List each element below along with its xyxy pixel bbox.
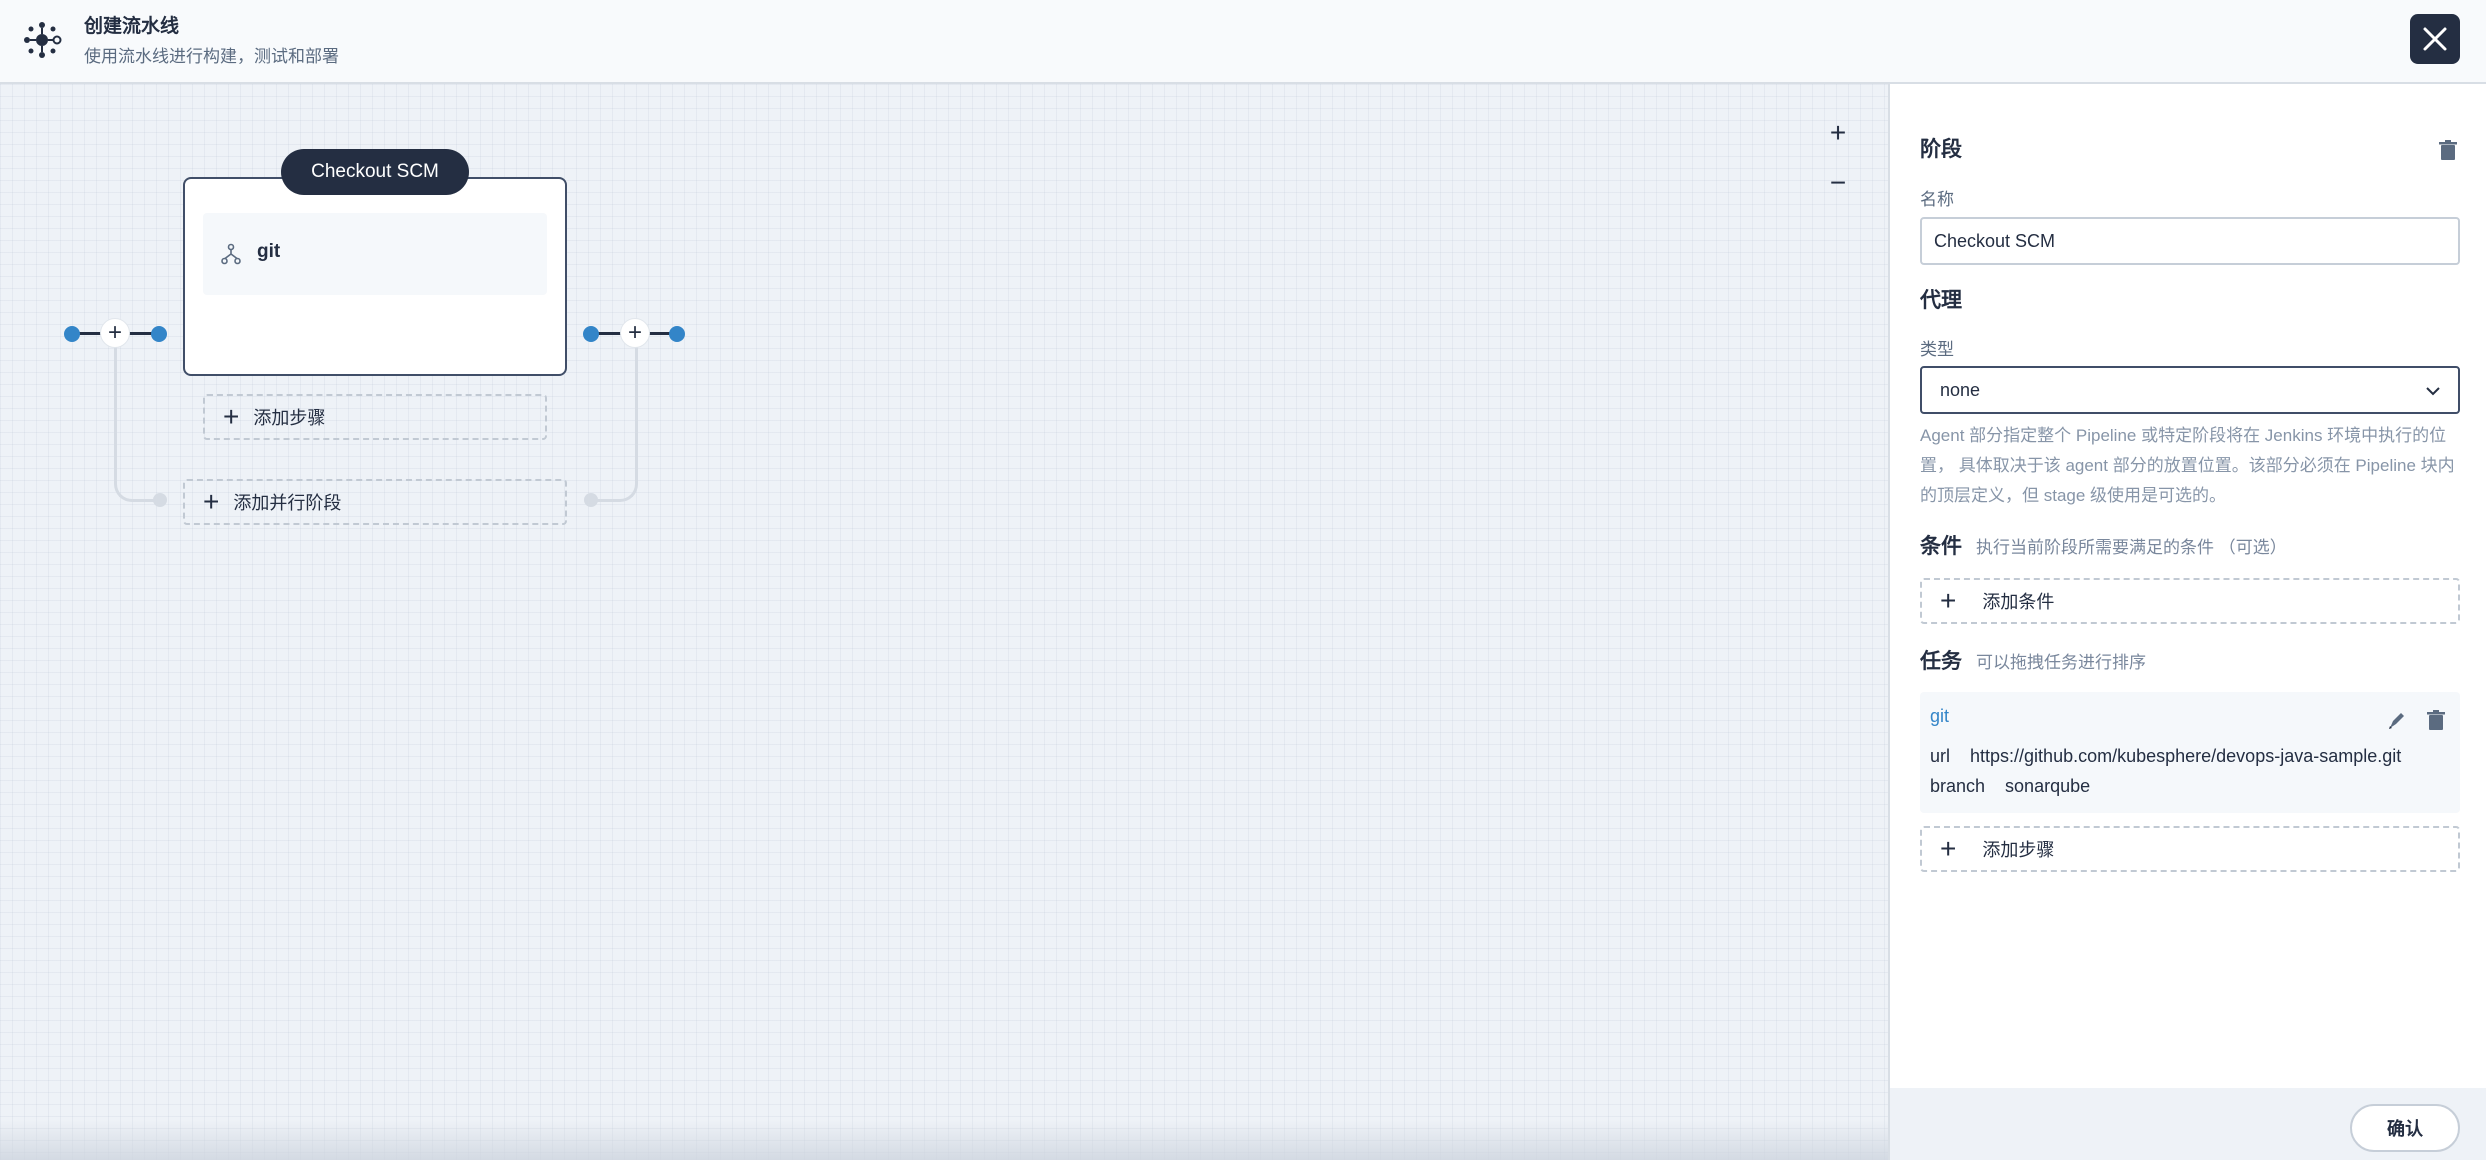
task-card[interactable]: git url https://github.com/kubesphere/dev… xyxy=(1920,692,2460,813)
chevron-down-icon xyxy=(2426,387,2440,396)
condition-section-title: 条件 xyxy=(1920,535,1962,558)
task-section-title: 任务 xyxy=(1920,650,1962,673)
pipeline-icon xyxy=(24,22,62,58)
plus-icon: + xyxy=(203,486,220,517)
condition-hint: 执行当前阶段所需要满足的条件 （可选） xyxy=(1976,538,2287,557)
stage-section-title: 阶段 xyxy=(1920,138,1962,161)
task-param-key: branch xyxy=(1930,776,1986,796)
git-branch-icon xyxy=(221,243,241,265)
add-task-step-button[interactable]: + 添加步骤 xyxy=(1920,826,2460,872)
delete-task-icon[interactable] xyxy=(2425,709,2447,731)
task-param-value: https://github.com/kubesphere/devops-jav… xyxy=(1970,746,2402,766)
edit-task-icon[interactable] xyxy=(2386,709,2408,731)
task-param-row: url https://github.com/kubesphere/devops-… xyxy=(1930,746,2401,767)
parallel-connector-right xyxy=(588,334,638,502)
agent-description: Agent 部分指定整个 Pipeline 或特定阶段将在 Jenkins 环境… xyxy=(1920,426,2455,505)
type-label: 类型 xyxy=(1920,340,1954,359)
close-icon xyxy=(2423,27,2447,51)
name-label: 名称 xyxy=(1920,190,1954,209)
stage-step-item[interactable]: git xyxy=(203,213,547,295)
zoom-in-button[interactable]: + xyxy=(1823,117,1853,148)
confirm-button[interactable]: 确认 xyxy=(2350,1104,2460,1152)
plus-icon: + xyxy=(223,401,240,432)
add-step-button[interactable]: + 添加步骤 xyxy=(203,394,547,440)
delete-stage-icon[interactable] xyxy=(2437,139,2459,161)
task-param-key: url xyxy=(1930,746,1951,766)
parallel-node-left xyxy=(153,493,167,507)
task-hint: 可以拖拽任务进行排序 xyxy=(1976,653,2146,672)
add-condition-button[interactable]: + 添加条件 xyxy=(1920,578,2460,624)
stage-name-input[interactable]: Checkout SCM xyxy=(1920,217,2460,265)
zoom-out-button[interactable]: − xyxy=(1823,167,1853,198)
agent-section-title: 代理 xyxy=(1920,289,1962,312)
page-title: 创建流水线 xyxy=(84,16,180,37)
add-step-label: 添加步骤 xyxy=(253,408,326,428)
step-name: git xyxy=(257,241,281,262)
parallel-node-right xyxy=(584,493,598,507)
task-param-value: sonarqube xyxy=(2005,776,2091,796)
plus-icon: + xyxy=(1940,585,1957,616)
add-parallel-stage-button[interactable]: + 添加并行阶段 xyxy=(183,479,567,525)
add-stage-before-button[interactable]: + xyxy=(100,318,130,348)
stage-name-pill[interactable]: Checkout SCM xyxy=(281,149,469,195)
stage-node-end xyxy=(669,326,685,342)
close-button[interactable] xyxy=(2410,14,2460,64)
agent-type-select[interactable]: none xyxy=(1920,366,2460,414)
page-header: 创建流水线 使用流水线进行构建，测试和部署 xyxy=(0,0,2486,84)
plus-icon: + xyxy=(1940,833,1957,864)
add-condition-label: 添加条件 xyxy=(1982,592,2055,612)
agent-type-value: none xyxy=(1940,379,1981,400)
add-task-step-label: 添加步骤 xyxy=(1982,840,2055,860)
canvas-bottom-shade xyxy=(0,1120,1888,1160)
task-name-link[interactable]: git xyxy=(1930,706,1949,727)
add-parallel-stage-label: 添加并行阶段 xyxy=(233,493,342,513)
stage-node-right xyxy=(583,326,599,342)
parallel-connector-left xyxy=(114,334,166,502)
add-stage-after-button[interactable]: + xyxy=(620,318,650,348)
task-param-row: branch sonarqube xyxy=(1930,776,2090,797)
stage-node-start xyxy=(64,326,80,342)
stage-node-left xyxy=(151,326,167,342)
page-subtitle: 使用流水线进行构建，测试和部署 xyxy=(84,47,339,66)
